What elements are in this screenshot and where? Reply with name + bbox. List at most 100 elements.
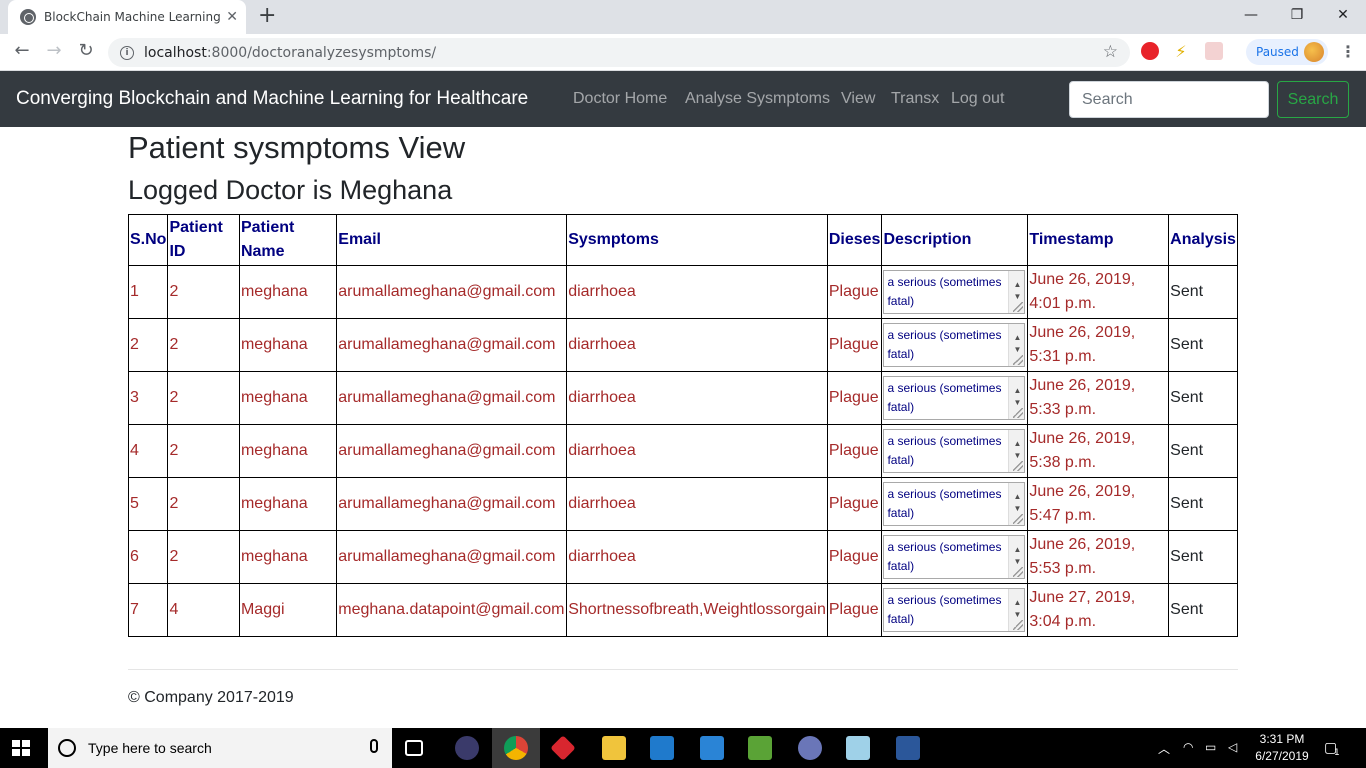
description-textarea[interactable]: a serious (sometimes fatal) ▲ ▼ [883,588,1026,632]
description-textarea[interactable]: a serious (sometimes fatal) ▲ ▼ [883,535,1026,579]
header-disease: Dieses [826,214,883,266]
description-scrollbar[interactable]: ▲ ▼ [1008,430,1025,472]
reload-icon[interactable]: ↻ [74,40,98,61]
mysql-icon[interactable] [798,736,822,760]
window-close-icon[interactable]: ✕ [1320,0,1366,30]
microphone-icon[interactable] [370,739,378,753]
new-tab-icon[interactable]: + [258,4,276,28]
header-symptoms: Sysmptoms [566,214,828,266]
info-icon[interactable]: i [120,45,134,60]
description-scrollbar[interactable]: ▲ ▼ [1008,377,1025,419]
tab-close-icon[interactable]: ✕ [226,9,238,25]
cell-sno: 3 [127,371,169,425]
search-button[interactable]: Search [1277,81,1349,118]
tray-chevron-icon[interactable]: ︿ [1158,740,1170,757]
profile-paused-button[interactable]: Paused [1246,39,1328,65]
nav-link-view[interactable]: View [841,90,875,108]
cell-patient-name: meghana [238,371,338,425]
clock-date: 6/27/2019 [1255,749,1309,763]
file-explorer-icon[interactable] [602,736,626,760]
cell-symptoms: diarrhoea [566,477,828,531]
resize-grip-icon[interactable] [1013,461,1024,471]
app-red-diamond-icon[interactable] [550,735,576,761]
forward-arrow-icon[interactable]: → [42,40,66,61]
wifi-icon[interactable]: ◠ [1183,740,1193,754]
cell-timestamp: June 26, 2019, 5:47 p.m. [1027,477,1170,531]
description-text: a serious (sometimes fatal) [887,328,1002,361]
back-arrow-icon[interactable]: ← [10,40,34,61]
resize-grip-icon[interactable] [1013,408,1024,418]
description-scrollbar[interactable]: ▲ ▼ [1008,324,1025,366]
volume-icon[interactable]: ◁ [1228,740,1237,754]
cell-timestamp: June 26, 2019, 4:01 p.m. [1027,265,1170,319]
globe-icon [20,9,36,25]
table-row: 7 4 Maggi meghana.datapoint@gmail.com Shortn… [127,583,1238,637]
cell-patient-id: 2 [167,371,240,425]
eclipse-icon[interactable] [455,736,479,760]
nav-link-logout[interactable]: Log out [951,90,1004,108]
extension-map-icon[interactable] [1205,42,1223,60]
cell-timestamp: June 26, 2019, 5:33 p.m. [1027,371,1170,425]
resize-grip-icon[interactable] [1013,620,1024,630]
app-glass-icon[interactable] [846,736,870,760]
description-textarea[interactable]: a serious (sometimes fatal) ▲ ▼ [883,482,1026,526]
search-input[interactable] [1069,81,1269,118]
cell-description: a serious (sometimes fatal) ▲ ▼ [881,583,1029,637]
cell-symptoms: diarrhoea [566,371,828,425]
extension-stop-icon[interactable] [1141,42,1159,60]
taskbar-search-box[interactable]: Type here to search [48,728,392,768]
chrome-icon[interactable] [504,736,528,760]
cell-analysis: Sent [1168,424,1238,478]
task-view-icon[interactable] [405,740,423,756]
cell-analysis: Sent [1168,265,1238,319]
window-minimize-icon[interactable]: — [1228,0,1274,30]
browser-menu-icon[interactable]: ⋮ [1340,42,1356,61]
cell-sno: 5 [127,477,169,531]
cell-email: arumallameghana@gmail.com [336,318,568,372]
page-subtitle: Logged Doctor is Meghana [128,175,453,205]
description-textarea[interactable]: a serious (sometimes fatal) ▲ ▼ [883,376,1026,420]
cell-disease: Plague [826,477,883,531]
description-scrollbar[interactable]: ▲ ▼ [1008,271,1025,313]
description-scrollbar[interactable]: ▲ ▼ [1008,589,1025,631]
site-brand[interactable]: Converging Blockchain and Machine Learni… [16,88,528,110]
cell-sno: 6 [127,530,169,584]
vscode-icon[interactable] [650,736,674,760]
cell-patient-id: 2 [167,530,240,584]
table-header-row: S.No Patient ID Patient Name Email Sysmp… [127,214,1238,266]
description-textarea[interactable]: a serious (sometimes fatal) ▲ ▼ [883,270,1026,314]
description-textarea[interactable]: a serious (sometimes fatal) ▲ ▼ [883,429,1026,473]
resize-grip-icon[interactable] [1013,514,1024,524]
url-path: :8000/doctoranalyzesysmptoms/ [206,44,437,61]
description-textarea[interactable]: a serious (sometimes fatal) ▲ ▼ [883,323,1026,367]
windows-start-icon[interactable] [12,740,30,756]
taskbar-clock[interactable]: 3:31 PM 6/27/2019 [1250,731,1314,765]
cell-symptoms: diarrhoea [566,318,828,372]
battery-icon[interactable]: ▭ [1205,740,1216,754]
extension-lightning-icon[interactable]: ⚡ [1172,42,1190,61]
word-icon[interactable] [896,736,920,760]
window-restore-icon[interactable]: ❐ [1274,0,1320,30]
address-bar[interactable]: i localhost :8000/doctoranalyzesysmptoms… [108,38,1130,67]
browser-tab[interactable]: BlockChain Machine Learning · B ✕ [8,0,246,34]
nav-link-doctor-home[interactable]: Doctor Home [573,90,667,108]
description-scrollbar[interactable]: ▲ ▼ [1008,536,1025,578]
cell-description: a serious (sometimes fatal) ▲ ▼ [881,477,1029,531]
cell-patient-id: 2 [167,265,240,319]
cell-disease: Plague [826,530,883,584]
cell-sno: 2 [127,318,169,372]
cell-email: arumallameghana@gmail.com [336,371,568,425]
nav-link-analyse-symptoms[interactable]: Analyse Sysmptoms [685,90,830,108]
resize-grip-icon[interactable] [1013,302,1024,312]
resize-grip-icon[interactable] [1013,567,1024,577]
resize-grip-icon[interactable] [1013,355,1024,365]
vscode-insiders-icon[interactable] [700,736,724,760]
notepad-plus-icon[interactable] [748,736,772,760]
header-timestamp: Timestamp [1027,214,1170,266]
cell-timestamp: June 26, 2019, 5:53 p.m. [1027,530,1170,584]
cell-patient-name: meghana [238,265,338,319]
nav-link-transx[interactable]: Transx [891,90,939,108]
bookmark-star-icon[interactable]: ☆ [1103,42,1118,62]
cell-sno: 7 [127,583,169,637]
description-scrollbar[interactable]: ▲ ▼ [1008,483,1025,525]
